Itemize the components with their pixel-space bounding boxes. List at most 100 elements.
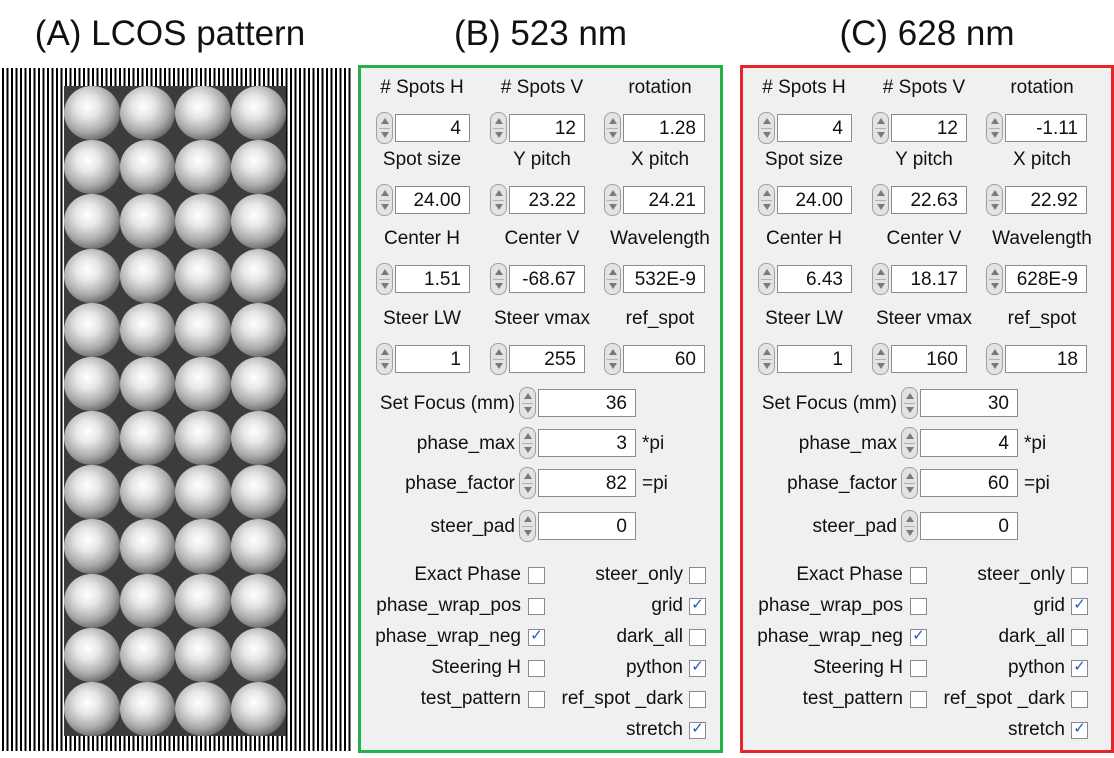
lcos-spot [119,573,175,628]
phase-max-label: phase_max [798,433,897,454]
lcos-spot [64,411,120,466]
exact-phase-label: Exact Phase [414,564,521,585]
phase-max-field[interactable]: 3 [538,429,636,457]
dark-all-checkbox[interactable] [1071,629,1088,646]
spot-size-spinner-icon[interactable] [376,184,393,216]
steer-vmax-label: Steer vmax [875,308,973,329]
phase-max-spinner-icon[interactable] [901,427,918,459]
ref-spot-dark-checkbox[interactable] [1071,691,1088,708]
wavelength-label: Wavelength [992,228,1092,249]
set-focus-field[interactable]: 36 [538,389,636,417]
stretch-checkbox[interactable]: ✓ [1071,720,1088,739]
set-focus-spinner-icon[interactable] [519,387,536,419]
pi-unit-label: *pi [642,433,665,454]
steer-only-checkbox[interactable] [1071,567,1088,584]
spot-size-label: Spot size [382,149,462,170]
steer-only-checkbox[interactable] [689,567,706,584]
steer-pad-field[interactable]: 0 [920,512,1018,540]
phase-factor-spinner-icon[interactable] [901,467,918,499]
steer-vmax-field[interactable]: 255 [509,345,585,373]
dark-all-checkbox[interactable] [689,629,706,646]
spot-size-spinner-icon[interactable] [758,184,775,216]
rotation-spinner-icon[interactable] [604,112,621,144]
lcos-spot [230,356,286,411]
python-checkbox[interactable]: ✓ [1071,658,1088,677]
grid-checkbox[interactable]: ✓ [689,596,706,615]
ref-spot-field[interactable]: 18 [1005,345,1087,373]
center-h-field[interactable]: 6.43 [777,265,852,293]
spot-size-field[interactable]: 24.00 [777,186,852,214]
steer-pad-spinner-icon[interactable] [901,510,918,542]
wavelength-spinner-icon[interactable] [986,263,1003,295]
steer-vmax-field[interactable]: 160 [891,345,967,373]
ref-spot-spinner-icon[interactable] [604,343,621,375]
steer-pad-field[interactable]: 0 [538,512,636,540]
y-pitch-field[interactable]: 23.22 [509,186,585,214]
spot-size-field[interactable]: 24.00 [395,186,470,214]
x-pitch-field[interactable]: 24.21 [623,186,705,214]
center-v-field[interactable]: -68.67 [509,265,585,293]
phase-max-spinner-icon[interactable] [519,427,536,459]
x-pitch-spinner-icon[interactable] [604,184,621,216]
y-pitch-label: Y pitch [513,149,571,170]
spots-h-spinner-icon[interactable] [758,112,775,144]
ref-spot-spinner-icon[interactable] [986,343,1003,375]
lcos-spot [119,194,175,249]
ref-spot-dark-checkbox[interactable] [689,691,706,708]
steer-lw-field[interactable]: 1 [777,345,852,373]
y-pitch-spinner-icon[interactable] [490,184,507,216]
stretch-checkbox[interactable]: ✓ [689,720,706,739]
center-v-field[interactable]: 18.17 [891,265,967,293]
steer-lw-field[interactable]: 1 [395,345,470,373]
spot-size-label: Spot size [764,149,844,170]
center-h-spinner-icon[interactable] [758,263,775,295]
checkmark-icon: ✓ [691,596,704,613]
rotation-field[interactable]: 1.28 [623,114,705,142]
spots-v-spinner-icon[interactable] [872,112,889,144]
lcos-spot [230,248,286,303]
x-pitch-spinner-icon[interactable] [986,184,1003,216]
spots-v-spinner-icon[interactable] [490,112,507,144]
phase-factor-field[interactable]: 60 [920,469,1018,497]
spots-v-field[interactable]: 12 [509,114,585,142]
ref-spot-dark-label: ref_spot _dark [943,688,1065,709]
grid-checkbox[interactable]: ✓ [1071,596,1088,615]
rotation-spinner-icon[interactable] [986,112,1003,144]
steer-vmax-spinner-icon[interactable] [490,343,507,375]
lcos-spot [175,627,231,682]
phase-factor-spinner-icon[interactable] [519,467,536,499]
spots-h-field[interactable]: 4 [777,114,852,142]
steer-vmax-spinner-icon[interactable] [872,343,889,375]
lcos-spot [230,465,286,520]
lcos-spot [230,573,286,628]
y-pitch-spinner-icon[interactable] [872,184,889,216]
spots-h-spinner-icon[interactable] [376,112,393,144]
center-v-spinner-icon[interactable] [872,263,889,295]
x-pitch-label: X pitch [1012,149,1072,170]
ref-spot-field[interactable]: 60 [623,345,705,373]
wavelength-field[interactable]: 628E-9 [1005,265,1087,293]
lcos-spot [175,356,231,411]
center-h-spinner-icon[interactable] [376,263,393,295]
phase-max-field[interactable]: 4 [920,429,1018,457]
python-checkbox[interactable]: ✓ [689,658,706,677]
x-pitch-field[interactable]: 22.92 [1005,186,1087,214]
rotation-field[interactable]: -1.11 [1005,114,1087,142]
spots-v-field[interactable]: 12 [891,114,967,142]
lcos-spot [64,519,120,574]
steer-lw-spinner-icon[interactable] [758,343,775,375]
wavelength-spinner-icon[interactable] [604,263,621,295]
set-focus-spinner-icon[interactable] [901,387,918,419]
y-pitch-field[interactable]: 22.63 [891,186,967,214]
set-focus-field[interactable]: 30 [920,389,1018,417]
dark-all-label: dark_all [998,626,1065,647]
steer-pad-spinner-icon[interactable] [519,510,536,542]
spots-h-field[interactable]: 4 [395,114,470,142]
center-v-spinner-icon[interactable] [490,263,507,295]
lcos-spot [64,140,120,195]
wavelength-field[interactable]: 532E-9 [623,265,705,293]
phase-factor-field[interactable]: 82 [538,469,636,497]
center-h-field[interactable]: 1.51 [395,265,470,293]
steer-lw-spinner-icon[interactable] [376,343,393,375]
lcos-spot [175,194,231,249]
